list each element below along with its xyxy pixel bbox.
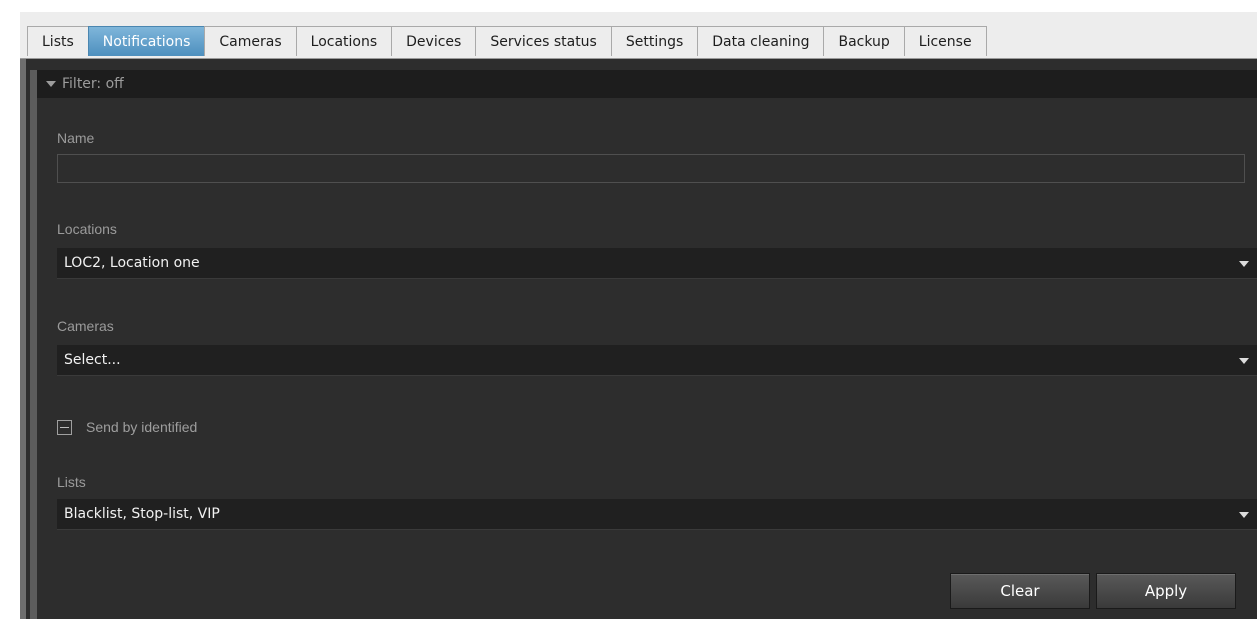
- tab-bar: Lists Notifications Cameras Locations De…: [20, 12, 1257, 59]
- notifications-window: Lists Notifications Cameras Locations De…: [20, 12, 1257, 619]
- tab-backup[interactable]: Backup: [823, 26, 905, 56]
- tab-cameras[interactable]: Cameras: [204, 26, 297, 56]
- left-border-inner: [30, 70, 37, 619]
- tab-lists[interactable]: Lists: [27, 26, 89, 56]
- lists-label: Lists: [57, 474, 86, 490]
- tab-license[interactable]: License: [903, 26, 987, 56]
- tab-locations[interactable]: Locations: [295, 26, 393, 56]
- dropdown-arrow-icon[interactable]: [1239, 512, 1249, 518]
- clear-button[interactable]: Clear: [950, 573, 1090, 609]
- cameras-select[interactable]: Select...: [57, 345, 1257, 376]
- indeterminate-dash-icon: [60, 426, 69, 428]
- lists-select[interactable]: Blacklist, Stop-list, VIP: [57, 499, 1257, 530]
- tab-data-cleaning[interactable]: Data cleaning: [697, 26, 825, 56]
- tab-services-status[interactable]: Services status: [475, 26, 612, 56]
- name-input[interactable]: [57, 154, 1245, 183]
- locations-select[interactable]: LOC2, Location one: [57, 248, 1257, 279]
- locations-label: Locations: [57, 221, 117, 237]
- left-border-outer: [20, 59, 26, 619]
- send-by-identified-checkbox[interactable]: [57, 419, 72, 435]
- cameras-label: Cameras: [57, 318, 114, 334]
- send-by-identified-option[interactable]: Send by identified: [57, 417, 197, 437]
- collapse-triangle-icon: [46, 81, 56, 87]
- tab-devices[interactable]: Devices: [391, 26, 477, 56]
- apply-button[interactable]: Apply: [1096, 573, 1236, 609]
- lists-selected-value: Blacklist, Stop-list, VIP: [64, 506, 220, 522]
- tab-notifications[interactable]: Notifications: [87, 26, 206, 56]
- send-by-identified-label: Send by identified: [86, 419, 198, 435]
- tab-list: Lists Notifications Cameras Locations De…: [27, 26, 987, 58]
- filter-status-label: Filter: off: [62, 76, 124, 92]
- name-label: Name: [57, 130, 95, 146]
- filter-toggle[interactable]: Filter: off: [37, 70, 1257, 98]
- cameras-selected-value: Select...: [64, 352, 121, 368]
- dropdown-arrow-icon[interactable]: [1239, 358, 1249, 364]
- dropdown-arrow-icon[interactable]: [1239, 261, 1249, 267]
- tab-settings[interactable]: Settings: [610, 26, 699, 56]
- locations-selected-value: LOC2, Location one: [64, 255, 200, 271]
